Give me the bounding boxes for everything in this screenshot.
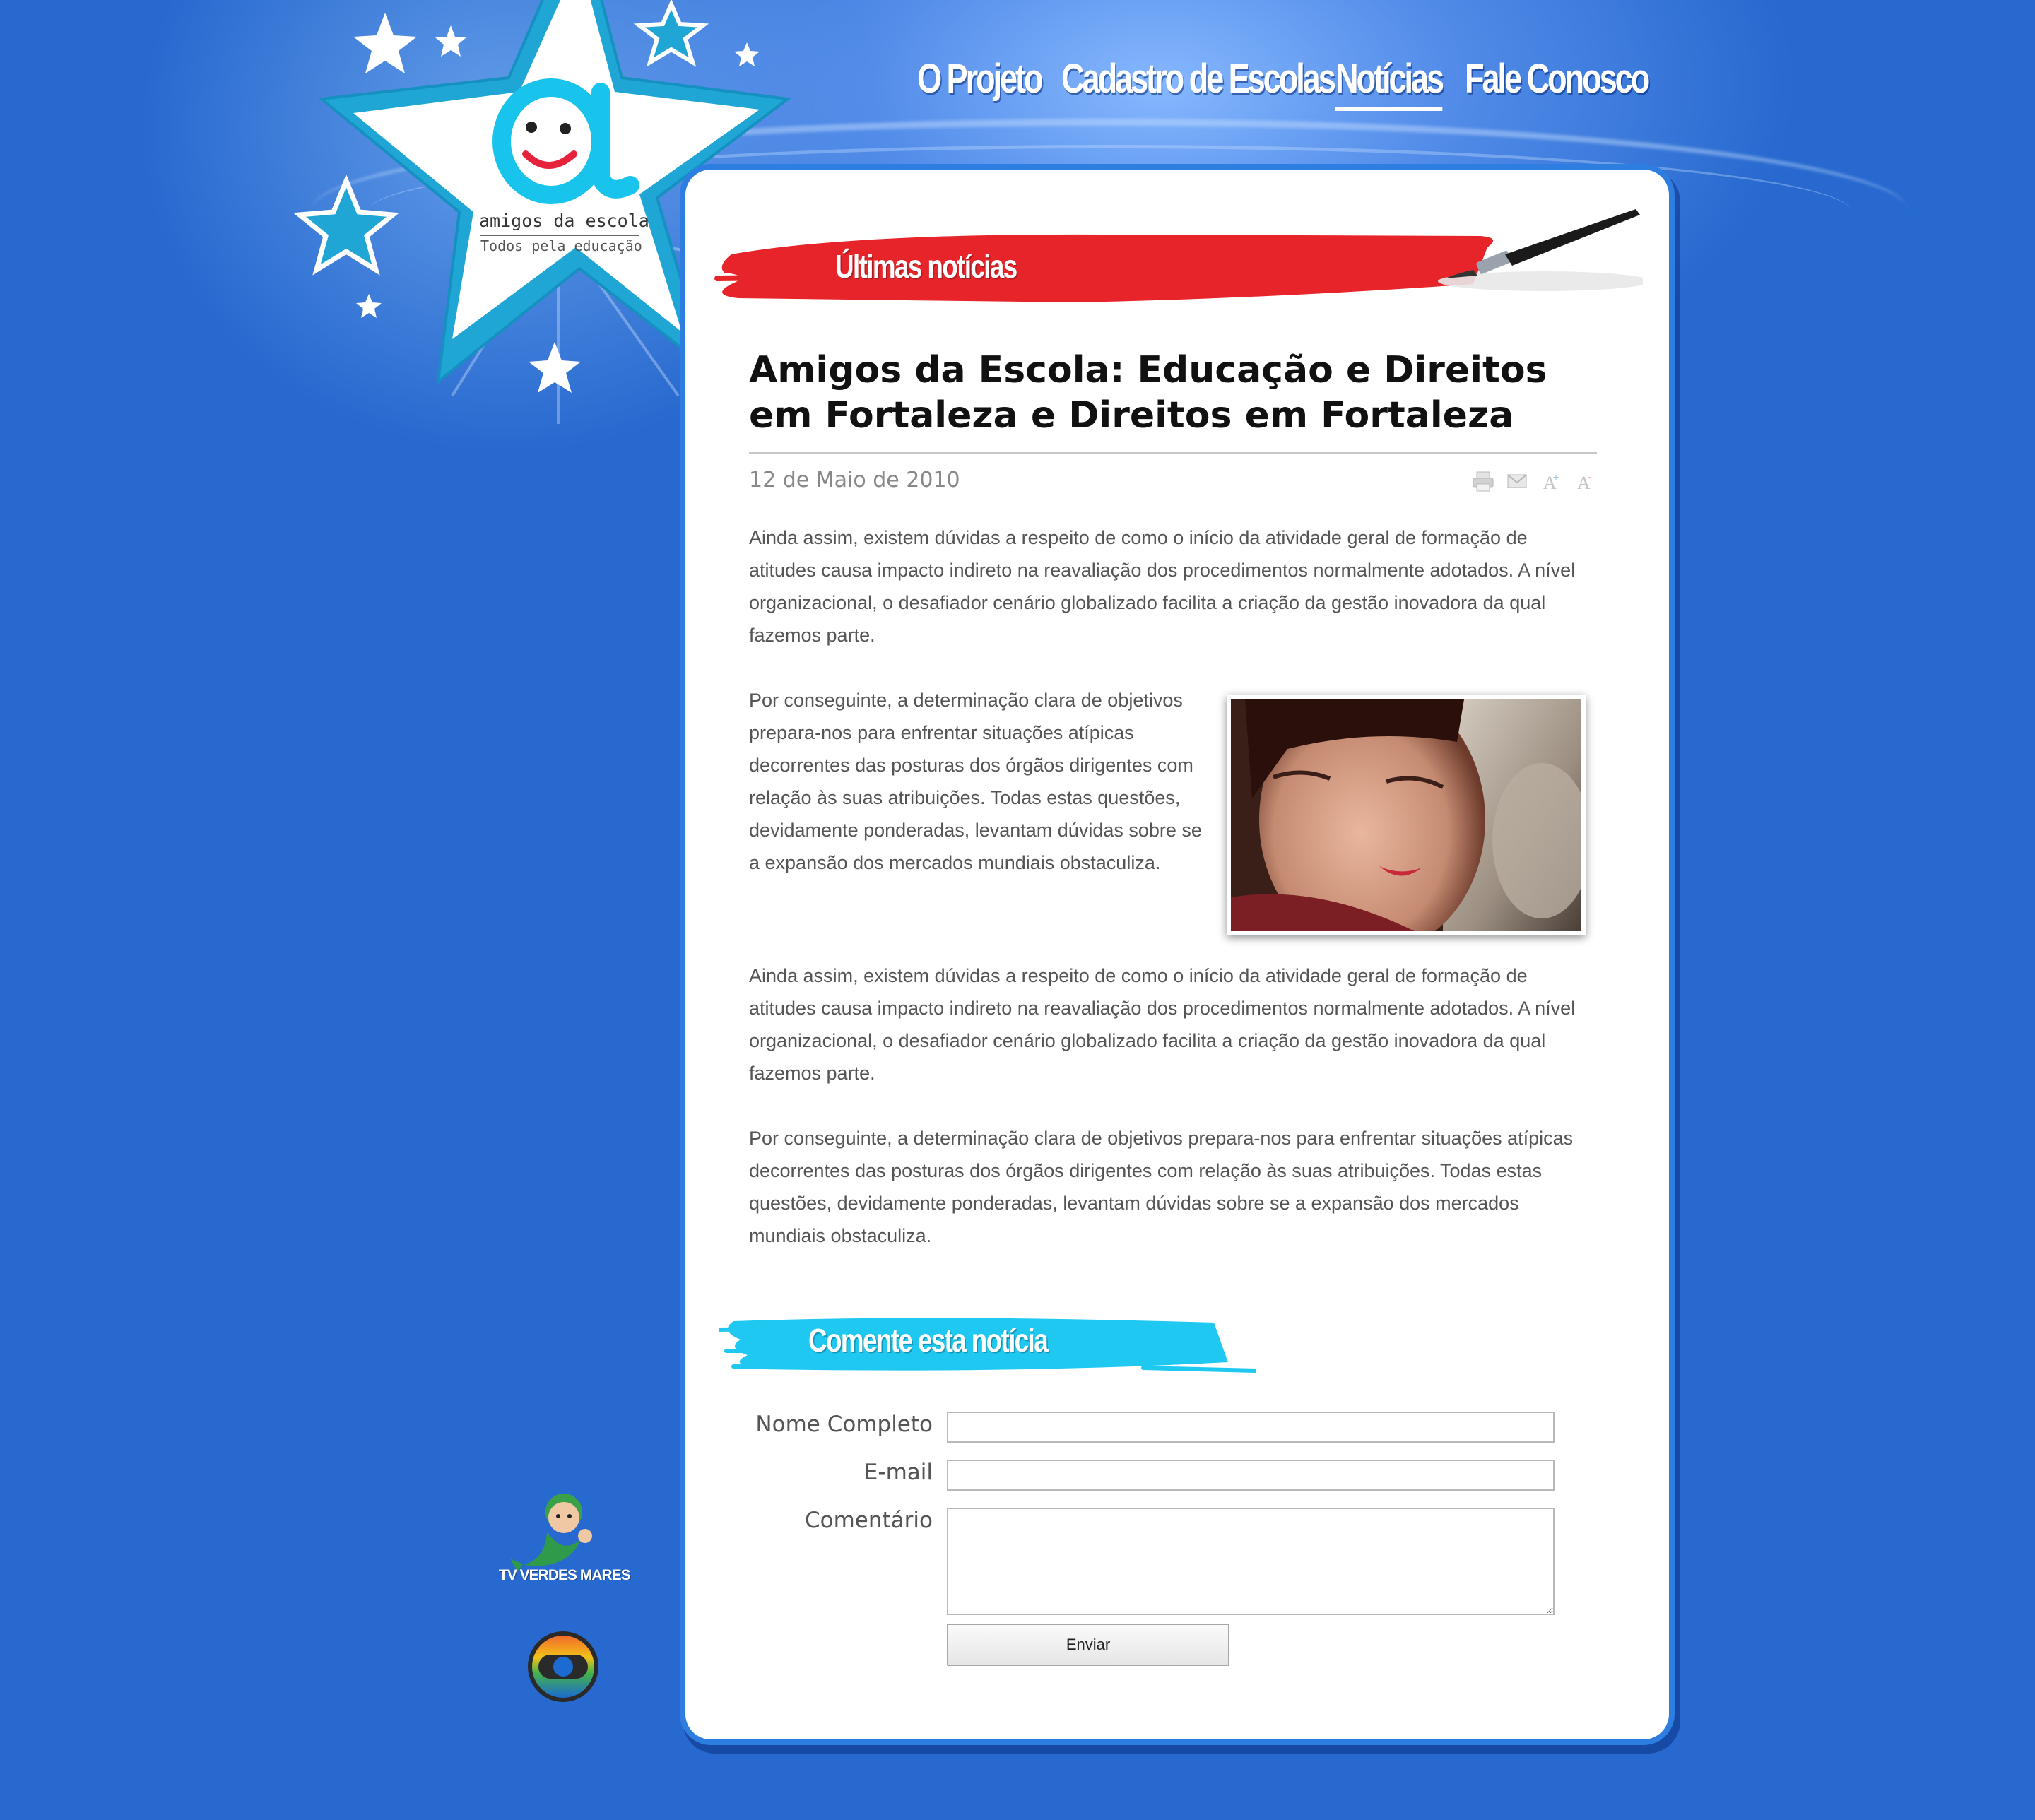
email-label: E-mail <box>863 1460 933 1485</box>
email-input[interactable] <box>947 1460 1555 1491</box>
article-tools: A + A- <box>1471 469 1597 493</box>
name-input[interactable] <box>947 1412 1555 1443</box>
latest-news-title: Últimas notícias <box>835 248 1018 285</box>
article-photo <box>1227 695 1586 935</box>
font-decrease-icon[interactable]: A- <box>1573 469 1597 493</box>
article-paragraph-2: Por conseguinte, a determinação clara de… <box>749 690 1202 873</box>
send-button[interactable]: Enviar <box>947 1624 1229 1666</box>
email-icon[interactable] <box>1505 469 1529 493</box>
nav-noticias[interactable]: Notícias <box>1335 55 1444 111</box>
logo-name: amigos da escola <box>479 211 649 231</box>
article-date: 12 de Maio de 2010 <box>749 468 960 492</box>
font-increase-icon[interactable]: A + <box>1539 469 1563 493</box>
svg-text:+: + <box>1553 471 1559 483</box>
nav-cadastro-de-escolas[interactable]: Cadastro de Escolas <box>1061 55 1336 102</box>
logo-divider <box>480 235 639 236</box>
title-divider <box>749 452 1597 454</box>
tv-verdes-mares-name: TV VERDES MARES <box>499 1567 631 1583</box>
nav-fale-conosco[interactable]: Fale Conosco <box>1465 55 1650 102</box>
article-paragraph-3: Ainda assim, existem dúvidas a respeito … <box>749 965 1576 1084</box>
comment-label: Comentário <box>804 1508 933 1533</box>
print-icon[interactable] <box>1471 469 1495 493</box>
logo-tagline: Todos pela educação <box>480 237 642 254</box>
article-title: Amigos da Escola: Educação e Direitos em… <box>749 349 1547 437</box>
comment-textarea[interactable] <box>947 1508 1555 1615</box>
svg-text:-: - <box>1588 471 1591 483</box>
article-paragraph-4: Por conseguinte, a determinação clara de… <box>749 1128 1574 1246</box>
nav-o-projeto[interactable]: O Projeto <box>917 55 1044 102</box>
article-photo-image <box>1231 699 1581 931</box>
article-paragraph-1: Ainda assim, existem dúvidas a respeito … <box>749 527 1576 646</box>
comment-section-title: Comente esta notícia <box>808 1322 1049 1359</box>
name-label: Nome Completo <box>755 1412 933 1437</box>
globo-logo[interactable] <box>526 1629 601 1704</box>
